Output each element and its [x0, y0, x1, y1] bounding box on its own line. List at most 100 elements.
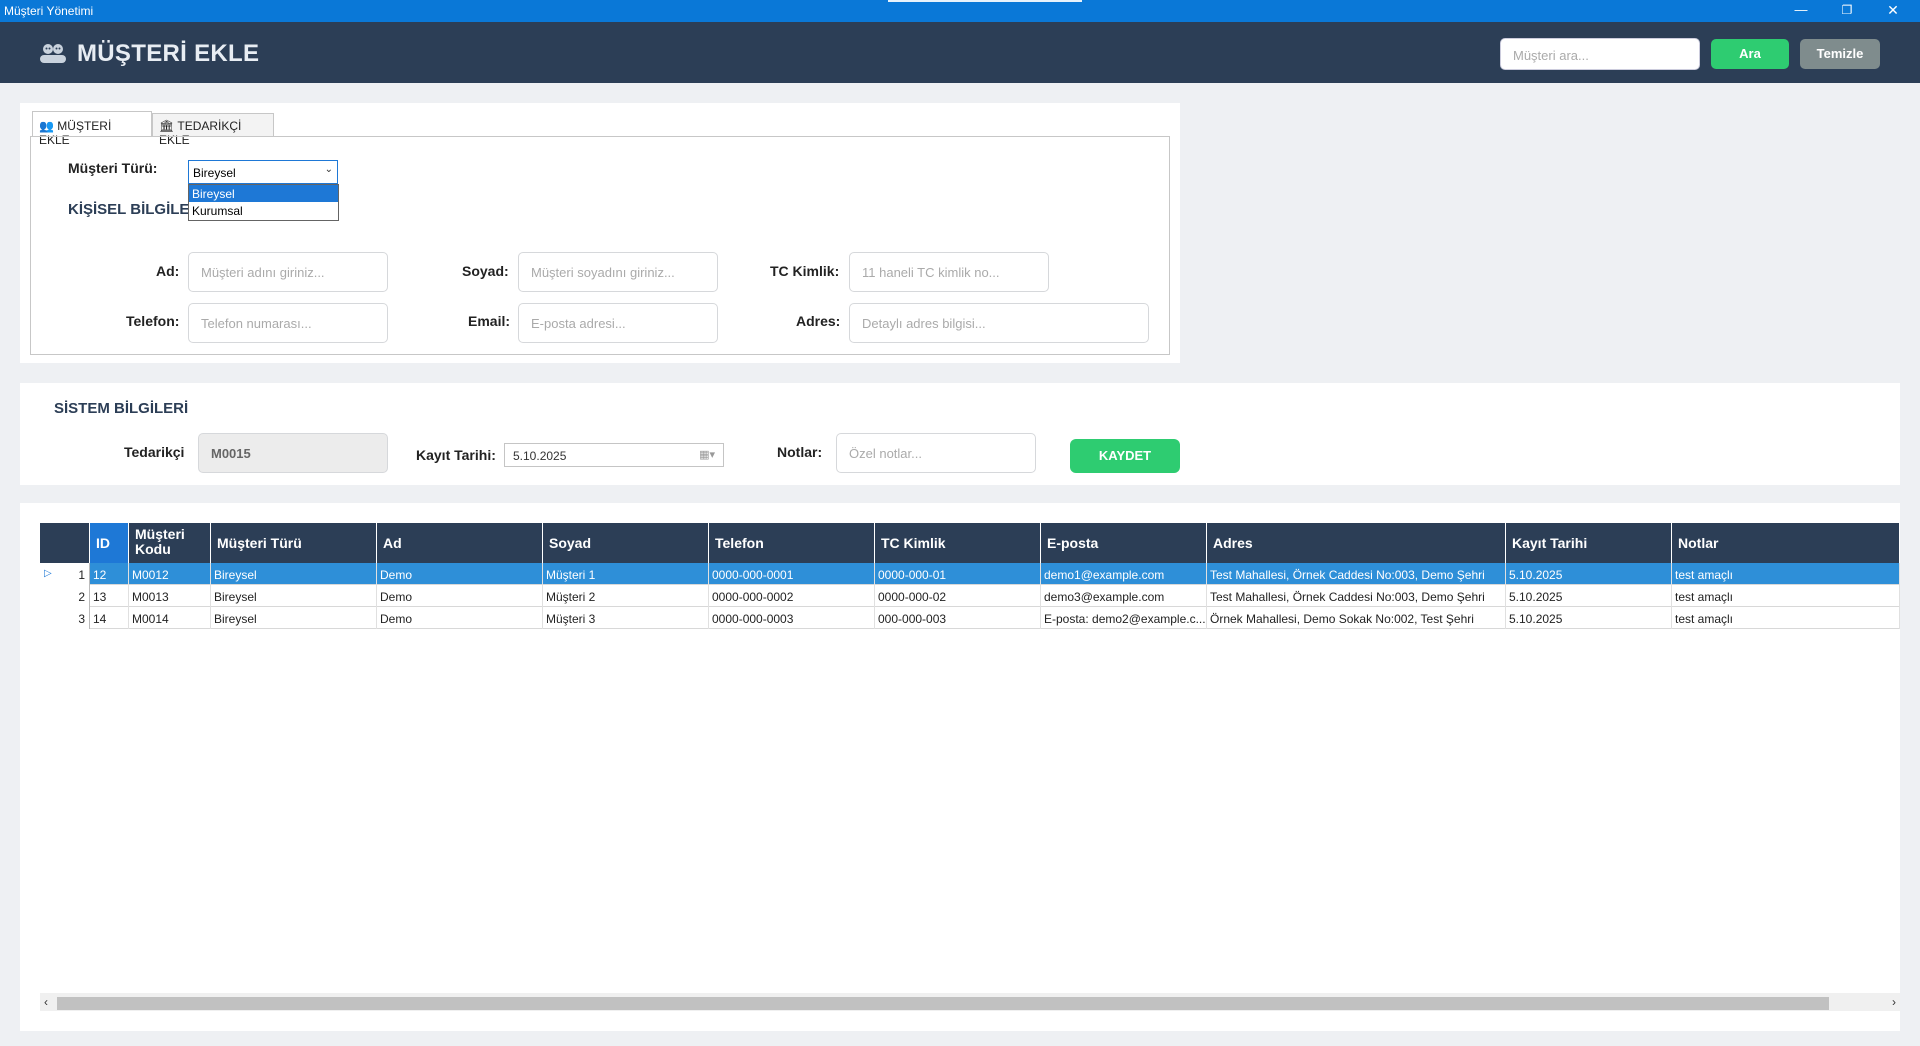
telefon-field[interactable]: Telefon numarası... — [188, 303, 388, 343]
minimize-button[interactable]: — — [1778, 0, 1824, 22]
column-header-type[interactable]: Müşteri Türü — [211, 523, 377, 563]
date-value: 5.10.2025 — [513, 449, 567, 463]
titlebar-drag-indicator — [888, 0, 1082, 2]
chevron-down-icon: ⌄ — [324, 164, 333, 175]
save-button[interactable]: KAYDET — [1070, 439, 1180, 473]
cell-date[interactable]: 5.10.2025 — [1506, 607, 1672, 629]
close-button[interactable]: ✕ — [1870, 0, 1916, 22]
column-header-ad[interactable]: Ad — [377, 523, 543, 563]
tc-field[interactable]: 11 haneli TC kimlik no... — [849, 252, 1049, 292]
cell-adres[interactable]: Test Mahallesi, Örnek Caddesi No:003, De… — [1207, 585, 1506, 607]
cell-tc[interactable]: 0000-000-01 — [875, 563, 1041, 585]
tab-musteri-ekle[interactable]: 👥 MÜŞTERİ EKLE — [32, 111, 152, 147]
column-header-notes[interactable]: Notlar — [1672, 523, 1900, 563]
scroll-left-icon[interactable]: ‹ — [44, 995, 48, 1009]
cell-telefon[interactable]: 0000-000-0002 — [709, 585, 875, 607]
column-header-email[interactable]: E-posta — [1041, 523, 1207, 563]
adres-field[interactable]: Detaylı adres bilgisi... — [849, 303, 1149, 343]
ad-label: Ad: — [156, 263, 180, 279]
supplier-field: M0015 — [198, 433, 388, 473]
row-header[interactable]: 2 — [40, 585, 90, 607]
cell-adres[interactable]: Test Mahallesi, Örnek Caddesi No:003, De… — [1207, 563, 1506, 585]
cell-ad[interactable]: Demo — [377, 585, 543, 607]
system-info-title: SİSTEM BİLGİLERİ — [54, 400, 189, 417]
cell-soyad[interactable]: Müşteri 3 — [543, 607, 709, 629]
cell-email[interactable]: demo1@example.com — [1041, 563, 1207, 585]
column-header-date[interactable]: Kayıt Tarihi — [1506, 523, 1672, 563]
cell-ad[interactable]: Demo — [377, 607, 543, 629]
cell-id[interactable]: 14 — [90, 607, 129, 629]
clear-button[interactable]: Temizle — [1800, 39, 1880, 69]
column-header-id[interactable]: ID — [90, 523, 129, 563]
building-icon: 🏛 — [159, 119, 175, 133]
page-title: MÜŞTERİ EKLE — [77, 40, 260, 67]
cell-tc[interactable]: 0000-000-02 — [875, 585, 1041, 607]
customer-type-dropdown: Bireysel Kurumsal — [188, 184, 339, 221]
soyad-field[interactable]: Müşteri soyadını giriniz... — [518, 252, 718, 292]
cell-ad[interactable]: Demo — [377, 563, 543, 585]
personal-info-title: KİŞİSEL BİLGİLER — [68, 201, 201, 218]
column-header-code[interactable]: Müşteri Kodu — [129, 523, 211, 563]
cell-code[interactable]: M0012 — [129, 563, 211, 585]
column-header-telefon[interactable]: Telefon — [709, 523, 875, 563]
search-input[interactable]: Müşteri ara... — [1500, 38, 1700, 70]
ad-field[interactable]: Müşteri adını giriniz... — [188, 252, 388, 292]
row-header-corner — [40, 523, 90, 563]
user-icon: 👥 — [39, 119, 54, 133]
cell-soyad[interactable]: Müşteri 2 — [543, 585, 709, 607]
email-field[interactable]: E-posta adresi... — [518, 303, 718, 343]
cell-type[interactable]: Bireysel — [211, 607, 377, 629]
window-title: Müşteri Yönetimi — [4, 4, 94, 18]
cell-email[interactable]: demo3@example.com — [1041, 585, 1207, 607]
cell-code[interactable]: M0014 — [129, 607, 211, 629]
column-header-tc[interactable]: TC Kimlik — [875, 523, 1041, 563]
users-icon — [40, 44, 66, 63]
scrollbar-thumb[interactable] — [57, 997, 1829, 1010]
customer-type-label: Müşteri Türü: — [68, 160, 158, 176]
table-row[interactable]: 2 13 M0013 Bireysel Demo Müşteri 2 0000-… — [40, 585, 1900, 607]
row-header[interactable]: 3 — [40, 607, 90, 629]
email-label: Email: — [468, 313, 511, 329]
cell-id[interactable]: 12 — [90, 563, 129, 585]
notes-label: Notlar: — [777, 444, 823, 460]
column-header-soyad[interactable]: Soyad — [543, 523, 709, 563]
calendar-icon: ▦▾ — [699, 449, 715, 461]
horizontal-scrollbar[interactable]: ‹ › — [40, 993, 1900, 1011]
cell-code[interactable]: M0013 — [129, 585, 211, 607]
supplier-label: Tedarikçi — [124, 444, 185, 460]
table-row[interactable]: 3 14 M0014 Bireysel Demo Müşteri 3 0000-… — [40, 607, 1900, 629]
cell-date[interactable]: 5.10.2025 — [1506, 585, 1672, 607]
soyad-label: Soyad: — [462, 263, 509, 279]
tab-tedarikci-ekle[interactable]: 🏛 TEDARİKÇİ EKLE — [152, 113, 274, 147]
dropdown-option-bireysel[interactable]: Bireysel — [189, 185, 338, 202]
cell-tc[interactable]: 000-000-003 — [875, 607, 1041, 629]
tc-label: TC Kimlik: — [770, 263, 840, 279]
cell-email[interactable]: E-posta: demo2@example.c... — [1041, 607, 1207, 629]
cell-notes[interactable]: test amaçlı — [1672, 563, 1900, 585]
cell-notes[interactable]: test amaçlı — [1672, 607, 1900, 629]
row-header[interactable]: ▷ 1 — [40, 563, 90, 585]
cell-type[interactable]: Bireysel — [211, 585, 377, 607]
app-header: MÜŞTERİ EKLE Müşteri ara... Ara Temizle — [0, 22, 1920, 83]
current-row-icon: ▷ — [44, 568, 52, 579]
cell-date[interactable]: 5.10.2025 — [1506, 563, 1672, 585]
cell-soyad[interactable]: Müşteri 1 — [543, 563, 709, 585]
cell-telefon[interactable]: 0000-000-0003 — [709, 607, 875, 629]
maximize-button[interactable]: ❐ — [1824, 0, 1870, 22]
cell-telefon[interactable]: 0000-000-0001 — [709, 563, 875, 585]
date-picker[interactable]: 5.10.2025 ▦▾ — [504, 443, 724, 467]
cell-id[interactable]: 13 — [90, 585, 129, 607]
cell-type[interactable]: Bireysel — [211, 563, 377, 585]
column-header-adres[interactable]: Adres — [1207, 523, 1506, 563]
notes-field[interactable]: Özel notlar... — [836, 433, 1036, 473]
table-row[interactable]: ▷ 1 12 M0012 Bireysel Demo Müşteri 1 0000… — [40, 563, 1900, 585]
cell-notes[interactable]: test amaçlı — [1672, 585, 1900, 607]
customer-type-value: Bireysel — [193, 166, 236, 180]
cell-adres[interactable]: Örnek Mahallesi, Demo Sokak No:002, Test… — [1207, 607, 1506, 629]
scroll-right-icon[interactable]: › — [1892, 995, 1896, 1009]
dropdown-option-kurumsal[interactable]: Kurumsal — [189, 202, 338, 219]
customer-type-select[interactable]: Bireysel ⌄ — [188, 160, 338, 184]
adres-label: Adres: — [796, 313, 841, 329]
date-label: Kayıt Tarihi: — [416, 447, 496, 463]
search-button[interactable]: Ara — [1711, 39, 1789, 69]
